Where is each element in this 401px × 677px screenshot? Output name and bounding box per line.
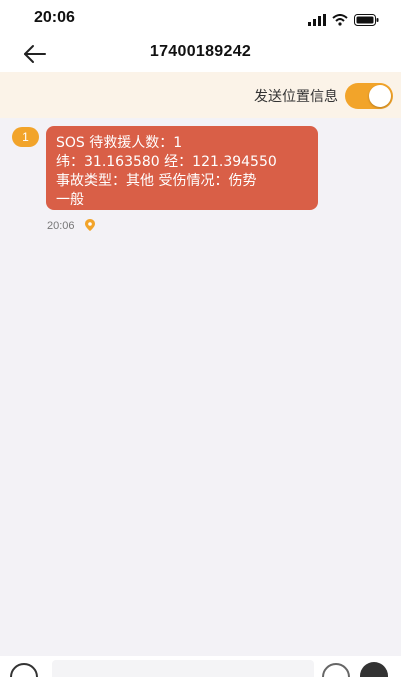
message-line: 事故类型：其他 受伤情况：伤势 — [56, 173, 257, 189]
signal-icon — [308, 11, 326, 30]
status-icons — [308, 11, 379, 30]
message-time: 20:06 — [47, 219, 75, 232]
more-button[interactable] — [360, 662, 388, 677]
emoji-button[interactable] — [322, 663, 350, 677]
message-meta: 20:06 — [47, 216, 95, 235]
message-line: SOS 待救援人数：1 — [56, 135, 183, 151]
location-pin-icon[interactable] — [84, 216, 95, 235]
battery-icon — [354, 11, 379, 30]
status-bar: 20:06 — [0, 0, 401, 36]
message-bubble[interactable]: SOS 待救援人数：1 纬：31.163580 经：121.394550 事故类… — [46, 126, 318, 210]
location-bar: 发送位置信息 — [0, 72, 401, 118]
nav-bar: 17400189242 — [0, 36, 401, 72]
message-line: 纬：31.163580 经：121.394550 — [56, 154, 277, 170]
toggle-knob — [369, 85, 391, 107]
chat-screen: 20:06 17400189242 发送位置信息 1 SOS 待救援人数：1 纬… — [0, 0, 401, 677]
location-toggle-label: 发送位置信息 — [254, 89, 338, 105]
input-bar — [0, 656, 401, 677]
status-time: 20:06 — [34, 9, 75, 26]
message-index-badge: 1 — [12, 127, 39, 147]
message-input[interactable] — [52, 660, 314, 677]
wifi-icon — [332, 11, 348, 30]
message-line: 一般 — [56, 192, 84, 208]
page-title: 17400189242 — [149, 43, 252, 60]
location-toggle[interactable] — [345, 83, 393, 109]
voice-button[interactable] — [10, 663, 38, 677]
